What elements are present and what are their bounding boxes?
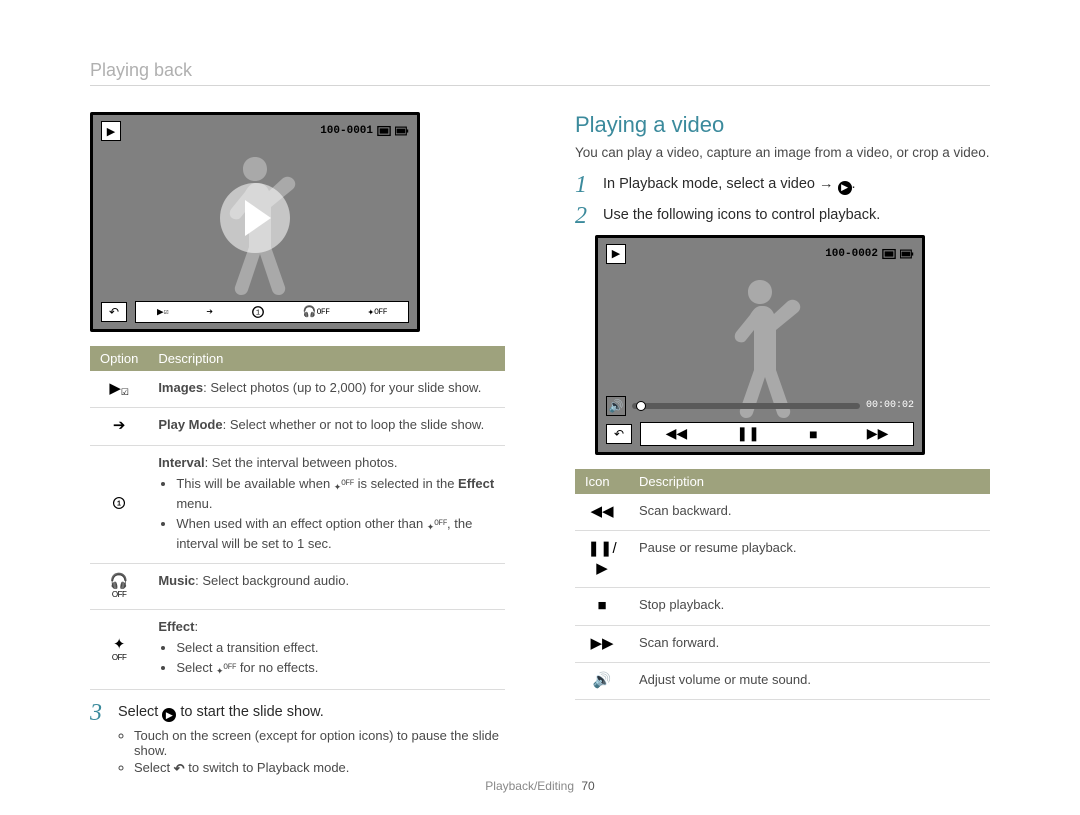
- th-description: Description: [148, 346, 505, 371]
- playmode-icon-cell: ➔: [90, 408, 148, 445]
- right-steps: In Playback mode, select a video → ▶. Us…: [575, 176, 990, 223]
- back-arrow-icon: ↶: [174, 761, 185, 777]
- progress-thumb: [636, 401, 646, 411]
- memory-icon: [377, 124, 391, 138]
- images-icon-cell: ▶☑: [90, 371, 148, 408]
- volume-icon: 🔊: [606, 396, 626, 416]
- section-title: Playing a video: [575, 112, 990, 138]
- playback-controls: ◀◀ ❚❚ ■ ▶▶: [640, 422, 914, 446]
- forward-icon: ▶▶: [867, 425, 889, 442]
- effect-off-icon: ✦OFF: [427, 519, 447, 535]
- rewind-icon: ◀◀: [666, 425, 688, 442]
- pause-icon: ❚❚: [736, 425, 759, 442]
- slideshow-option-bar: ▶☑ ➔ 1 🎧OFF ✦OFF: [135, 301, 409, 323]
- back-button-icon: ↶: [606, 424, 632, 444]
- playmode-option-icon: ➔: [206, 305, 213, 319]
- step3-main: Select ▶ to start the slide show.: [118, 704, 505, 723]
- page-header: Playing back: [90, 60, 990, 81]
- step1-text: In Playback mode, select a video → ▶.: [603, 176, 990, 195]
- effect-icon-cell: ✦OFF: [90, 609, 148, 689]
- svg-text:1: 1: [256, 310, 260, 318]
- interval-option-icon: 1: [251, 305, 265, 319]
- status-icons: 100-0002: [825, 247, 914, 261]
- step2-text: Use the following icons to control playb…: [603, 207, 990, 223]
- th-option: Option: [90, 346, 148, 371]
- volume-icon: 🔊: [575, 662, 629, 699]
- th-description: Description: [629, 469, 990, 494]
- step3-sub2: Select ↶ to switch to Playback mode.: [134, 760, 505, 777]
- rewind-icon: ◀◀: [575, 494, 629, 531]
- status-icons: 100-0001: [320, 124, 409, 138]
- volume-desc: Adjust volume or mute sound.: [629, 662, 990, 699]
- playback-controls-table: Icon Description ◀◀ Scan backward. ❚❚/▶ …: [575, 469, 990, 701]
- right-column: Playing a video You can play a video, ca…: [575, 112, 990, 789]
- th-icon: Icon: [575, 469, 629, 494]
- playback-time: 00:00:02: [866, 400, 914, 411]
- effect-off-icon: ✦OFF: [216, 663, 236, 679]
- images-desc: Images: Select photos (up to 2,000) for …: [148, 371, 505, 408]
- progress-bar-row: 🔊 00:00:02: [606, 396, 914, 416]
- memory-icon: [882, 247, 896, 261]
- music-icon-cell: 🎧OFF: [90, 563, 148, 609]
- music-desc: Music: Select background audio.: [148, 563, 505, 609]
- playback-mode-icon: ▶: [606, 244, 626, 264]
- play-overlay-icon: [220, 183, 290, 253]
- video-playback-screen: ▶ 100-0002 🔊 00:00:02: [595, 235, 925, 455]
- music-option-icon: 🎧OFF: [303, 305, 330, 319]
- stop-icon: ■: [809, 426, 817, 442]
- effect-option-icon: ✦OFF: [367, 305, 387, 319]
- stop-icon: ■: [575, 588, 629, 625]
- play-circle-icon: ▶: [838, 181, 852, 195]
- rewind-desc: Scan backward.: [629, 494, 990, 531]
- images-option-icon: ▶☑: [157, 305, 168, 319]
- progress-track: [632, 403, 860, 409]
- pause-play-desc: Pause or resume playback.: [629, 530, 990, 588]
- slideshow-options-table: Option Description ▶☑ Images: Select pho…: [90, 346, 505, 690]
- stop-desc: Stop playback.: [629, 588, 990, 625]
- playmode-desc: Play Mode: Select whether or not to loop…: [148, 408, 505, 445]
- battery-icon: [900, 247, 914, 261]
- video-intro: You can play a video, capture an image f…: [575, 144, 990, 162]
- forward-icon: ▶▶: [575, 625, 629, 662]
- screen-counter: 100-0001: [320, 125, 373, 137]
- back-button-icon: ↶: [101, 302, 127, 322]
- playback-mode-icon: ▶: [101, 121, 121, 141]
- left-column: ▶ 100-0001 ↶ ▶☑ ➔ 1: [90, 112, 505, 789]
- pause-play-icon: ❚❚/▶: [575, 530, 629, 588]
- page-footer: Playback/Editing 70: [0, 779, 1080, 793]
- battery-icon: [395, 124, 409, 138]
- effect-desc: Effect: Select a transition effect. Sele…: [148, 609, 505, 689]
- play-circle-icon: ▶: [162, 708, 176, 722]
- left-steps: Select ▶ to start the slide show. Touch …: [90, 704, 505, 778]
- interval-icon-cell: 1: [90, 445, 148, 563]
- slideshow-screen: ▶ 100-0001 ↶ ▶☑ ➔ 1: [90, 112, 420, 332]
- svg-text:1: 1: [117, 500, 121, 508]
- effect-off-icon: ✦OFF: [334, 479, 354, 495]
- screen-counter: 100-0002: [825, 248, 878, 260]
- forward-desc: Scan forward.: [629, 625, 990, 662]
- step3-sub1: Touch on the screen (except for option i…: [134, 728, 505, 758]
- interval-desc: Interval: Set the interval between photo…: [148, 445, 505, 563]
- header-rule: [90, 85, 990, 86]
